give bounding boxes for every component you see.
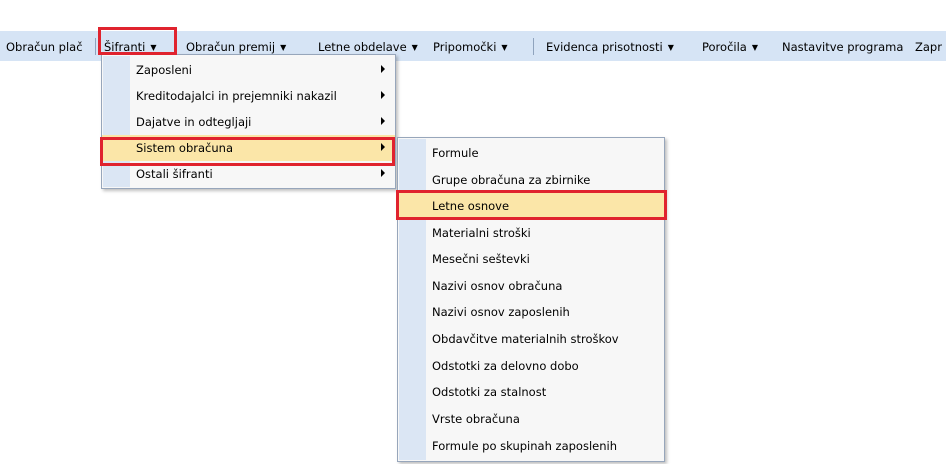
menu-obracun-plac[interactable]: Obračun plač — [6, 40, 83, 54]
menu-item-zaposleni[interactable]: Zaposleni — [102, 57, 395, 83]
menu-item-label: Materialni stroški — [432, 226, 531, 240]
menu-item-label: Ostali šifranti — [136, 167, 213, 181]
menu-label: Poročila — [702, 40, 747, 54]
menu-zapri[interactable]: Zapr — [915, 40, 942, 54]
menu-obracun-premij[interactable]: Obračun premij ▼ — [186, 40, 286, 54]
chevron-down-icon: ▼ — [411, 43, 418, 52]
menu-item-formule[interactable]: Formule — [398, 140, 664, 166]
menu-label: Pripomočki — [433, 40, 497, 54]
menu-item-label: Mesečni seštevki — [432, 252, 530, 266]
submenu-arrow-icon — [381, 117, 385, 125]
menu-label: Šifranti — [104, 40, 146, 54]
chevron-down-icon: ▼ — [667, 43, 674, 52]
menu-item-label: Letne osnove — [432, 199, 510, 213]
menu-item-dajatve[interactable]: Dajatve in odtegljaji — [102, 109, 395, 135]
menu-separator — [95, 38, 96, 55]
submenu-arrow-icon — [381, 65, 385, 73]
menu-letne-obdelave[interactable]: Letne obdelave ▼ — [318, 40, 418, 54]
menu-item-kreditodajalci[interactable]: Kreditodajalci in prejemniki nakazil — [102, 83, 395, 109]
menu-item-label: Kreditodajalci in prejemniki nakazil — [136, 89, 337, 103]
submenu-arrow-icon — [381, 91, 385, 99]
menu-pripomocki[interactable]: Pripomočki ▼ — [433, 40, 508, 54]
menu-item-formule-po-skupinah[interactable]: Formule po skupinah zaposlenih — [398, 433, 664, 459]
menu-item-nazivi-osnov-zaposlenih[interactable]: Nazivi osnov zaposlenih — [398, 299, 664, 325]
menu-item-nazivi-osnov-obracuna[interactable]: Nazivi osnov obračuna — [398, 273, 664, 299]
menu-label: Obračun plač — [6, 40, 83, 54]
sifranti-dropdown: Zaposleni Kreditodajalci in prejemniki n… — [101, 54, 396, 189]
menu-item-ostali-sifranti[interactable]: Ostali šifranti — [102, 161, 395, 187]
menu-item-label: Odstotki za stalnost — [432, 385, 547, 399]
sistem-obracuna-submenu: Formule Grupe obračuna za zbirnike Letne… — [397, 137, 665, 462]
menu-item-vrste-obracuna[interactable]: Vrste obračuna — [398, 406, 664, 432]
menu-item-label: Zaposleni — [136, 63, 193, 77]
menu-sifranti[interactable]: Šifranti ▼ — [104, 40, 156, 54]
menu-item-label: Dajatve in odtegljaji — [136, 115, 252, 129]
menu-label: Zapr — [915, 40, 942, 54]
menu-item-sistem-obracuna[interactable]: Sistem obračuna — [102, 135, 395, 161]
menu-label: Obračun premij — [186, 40, 276, 54]
menu-item-label: Obdavčitve materialnih stroškov — [432, 332, 619, 346]
menu-item-letne-osnove[interactable]: Letne osnove — [398, 193, 664, 219]
menu-item-mesecni-sestevki[interactable]: Mesečni seštevki — [398, 246, 664, 272]
menu-item-odstotki-delovno-dobo[interactable]: Odstotki za delovno dobo — [398, 353, 664, 379]
menu-item-materialni-stroski[interactable]: Materialni stroški — [398, 220, 664, 246]
top-blank-area — [0, 0, 946, 31]
menu-item-label: Formule po skupinah zaposlenih — [432, 439, 617, 453]
menu-item-label: Nazivi osnov obračuna — [432, 279, 563, 293]
chevron-down-icon: ▼ — [751, 43, 758, 52]
submenu-arrow-icon — [381, 169, 385, 177]
menu-item-grupe-obracuna[interactable]: Grupe obračuna za zbirnike — [398, 167, 664, 193]
menu-nastavitve-programa[interactable]: Nastavitve programa — [782, 40, 903, 54]
menu-porocila[interactable]: Poročila ▼ — [702, 40, 758, 54]
chevron-down-icon: ▼ — [280, 43, 287, 52]
menu-item-label: Sistem obračuna — [136, 141, 233, 155]
menu-label: Evidenca prisotnosti — [546, 40, 663, 54]
menu-item-label: Nazivi osnov zaposlenih — [432, 305, 570, 319]
menu-item-label: Odstotki za delovno dobo — [432, 359, 579, 373]
menu-label: Letne obdelave — [318, 40, 407, 54]
menu-label: Nastavitve programa — [782, 40, 904, 54]
menu-item-label: Grupe obračuna za zbirnike — [432, 173, 591, 187]
chevron-down-icon: ▼ — [501, 43, 508, 52]
menu-item-label: Formule — [432, 146, 479, 160]
menu-evidenca-prisotnosti[interactable]: Evidenca prisotnosti ▼ — [546, 40, 674, 54]
menu-item-odstotki-stalnost[interactable]: Odstotki za stalnost — [398, 379, 664, 405]
menu-item-obdavcitve[interactable]: Obdavčitve materialnih stroškov — [398, 326, 664, 352]
menu-item-label: Vrste obračuna — [432, 412, 520, 426]
submenu-arrow-icon — [381, 143, 385, 151]
menu-separator — [533, 38, 534, 55]
chevron-down-icon: ▼ — [150, 43, 157, 52]
